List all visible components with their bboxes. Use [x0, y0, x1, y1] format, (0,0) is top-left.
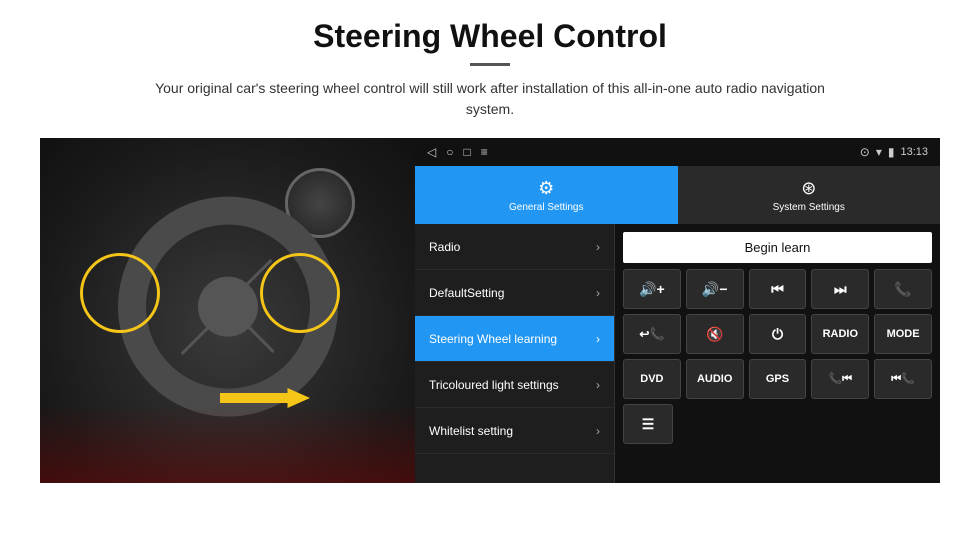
android-ui: ◁ ○ □ ≡ ⊙ ▾ ▮ 13:13 ⚙ General Settings	[415, 138, 940, 483]
call-prev-btn[interactable]: 📞⏮	[811, 359, 869, 399]
menu-whitelist-label: Whitelist setting	[429, 424, 513, 438]
menu-list: Radio › DefaultSetting › Steering Wheel …	[415, 224, 615, 483]
menu-item-whitelist[interactable]: Whitelist setting ›	[415, 408, 614, 454]
menu-radio-label: Radio	[429, 240, 460, 254]
begin-learn-button[interactable]: Begin learn	[623, 232, 932, 263]
arrow-pointer	[220, 373, 340, 423]
page-title: Steering Wheel Control	[313, 18, 667, 55]
menu-item-steering[interactable]: Steering Wheel learning ›	[415, 316, 614, 362]
status-time: 13:13	[900, 146, 928, 158]
recents-icon[interactable]: □	[463, 145, 470, 159]
right-button-circle	[260, 253, 340, 333]
tab-general[interactable]: ⚙ General Settings	[415, 166, 678, 224]
wifi-icon: ▾	[876, 145, 882, 159]
menu-steering-arrow: ›	[596, 332, 600, 346]
tab-system-label: System Settings	[773, 202, 845, 213]
location-icon: ⊙	[860, 145, 870, 159]
prev-call-btn[interactable]: ⏮📞	[874, 359, 932, 399]
hangup-btn[interactable]: ↩📞	[623, 314, 681, 354]
call-btn[interactable]: 📞	[874, 269, 932, 309]
begin-learn-row: Begin learn	[623, 232, 932, 263]
control-row-4: ☰	[623, 404, 932, 444]
mute-btn[interactable]: 🔇	[686, 314, 744, 354]
menu-default-arrow: ›	[596, 286, 600, 300]
mode-btn[interactable]: MODE	[874, 314, 932, 354]
radio-btn[interactable]: RADIO	[811, 314, 869, 354]
bottom-icon-btn[interactable]: ☰	[623, 404, 673, 444]
android-main: Radio › DefaultSetting › Steering Wheel …	[415, 224, 940, 483]
control-row-2: ↩📞 🔇 ⏻ RADIO MODE	[623, 314, 932, 354]
page-subtitle: Your original car's steering wheel contr…	[140, 78, 840, 120]
back-icon[interactable]: ◁	[427, 145, 436, 159]
status-bar-right: ⊙ ▾ ▮ 13:13	[860, 145, 928, 159]
menu-item-radio[interactable]: Radio ›	[415, 224, 614, 270]
status-bar-left: ◁ ○ □ ≡	[427, 145, 488, 159]
dvd-btn[interactable]: DVD	[623, 359, 681, 399]
title-divider	[470, 63, 510, 66]
menu-tricolour-label: Tricoloured light settings	[429, 378, 559, 392]
menu-default-label: DefaultSetting	[429, 286, 504, 300]
menu-whitelist-arrow: ›	[596, 424, 600, 438]
menu-icon[interactable]: ≡	[481, 145, 488, 159]
status-bar: ◁ ○ □ ≡ ⊙ ▾ ▮ 13:13	[415, 138, 940, 166]
tab-general-label: General Settings	[509, 202, 584, 213]
vol-down-btn[interactable]: 🔊−	[686, 269, 744, 309]
prev-btn[interactable]: ⏮	[749, 269, 807, 309]
control-grid: 🔊+ 🔊− ⏮ ⏭ 📞 ↩📞 🔇 ⏻ RADIO MODE	[623, 269, 932, 444]
menu-radio-arrow: ›	[596, 240, 600, 254]
left-button-circle	[80, 253, 160, 333]
control-row-3: DVD AUDIO GPS 📞⏮ ⏮📞	[623, 359, 932, 399]
right-panel: Begin learn 🔊+ 🔊− ⏮ ⏭ 📞 ↩	[615, 224, 940, 483]
audio-btn[interactable]: AUDIO	[686, 359, 744, 399]
steering-wheel-image	[40, 138, 415, 483]
vol-up-btn[interactable]: 🔊+	[623, 269, 681, 309]
menu-item-default[interactable]: DefaultSetting ›	[415, 270, 614, 316]
gps-btn[interactable]: GPS	[749, 359, 807, 399]
gear-icon: ⚙	[538, 178, 554, 199]
control-row-1: 🔊+ 🔊− ⏮ ⏭ 📞	[623, 269, 932, 309]
power-btn[interactable]: ⏻	[749, 314, 807, 354]
tab-bar: ⚙ General Settings ⊛ System Settings	[415, 166, 940, 224]
tab-system[interactable]: ⊛ System Settings	[678, 166, 941, 224]
menu-tricolour-arrow: ›	[596, 378, 600, 392]
main-content: ◁ ○ □ ≡ ⊙ ▾ ▮ 13:13 ⚙ General Settings	[40, 138, 940, 483]
system-icon: ⊛	[801, 178, 816, 199]
menu-steering-label: Steering Wheel learning	[429, 332, 557, 346]
next-btn[interactable]: ⏭	[811, 269, 869, 309]
battery-icon: ▮	[888, 145, 895, 159]
menu-item-tricolour[interactable]: Tricoloured light settings ›	[415, 362, 614, 408]
home-icon[interactable]: ○	[446, 145, 453, 159]
